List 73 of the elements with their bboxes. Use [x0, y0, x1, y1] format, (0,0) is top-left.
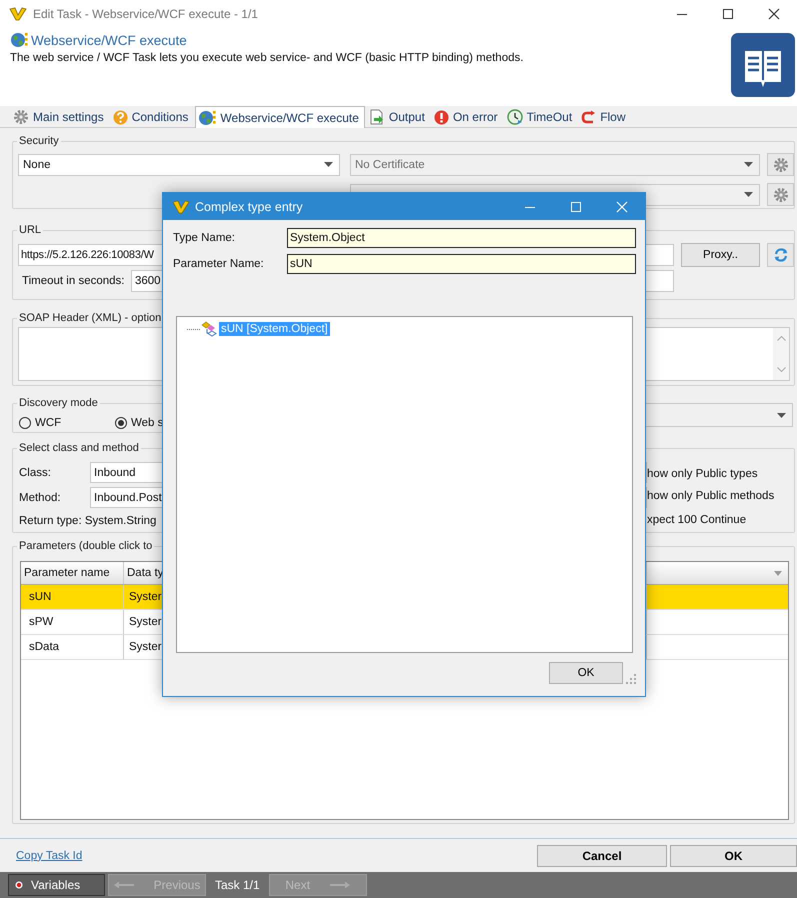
table-cell: sUN: [21, 585, 124, 609]
gear-icon: [772, 186, 788, 202]
dialog-title: Complex type entry: [195, 200, 304, 214]
logo-icon: [9, 7, 27, 21]
proxy-button[interactable]: Proxy..: [681, 243, 760, 267]
group-label: Parameters (double click to: [17, 539, 154, 553]
settings-button[interactable]: [767, 183, 794, 206]
settings-button[interactable]: [767, 153, 794, 176]
dropdown-arrow-icon: [744, 162, 753, 167]
globe-icon: [10, 31, 28, 49]
radio-button[interactable]: [19, 417, 31, 429]
tab[interactable]: On error: [432, 107, 503, 127]
tree-line: [187, 328, 200, 330]
field-label: Type Name:: [173, 232, 236, 244]
maximize-icon[interactable]: [722, 8, 734, 20]
table-cell: sData: [21, 635, 124, 659]
copy-task-id-link[interactable]: Copy Task Id: [16, 850, 82, 862]
clock-icon: [506, 109, 523, 125]
curved-arrow-icon: [581, 110, 596, 124]
group-label: Security: [17, 134, 61, 148]
radio-label: WCF: [35, 417, 62, 429]
task-counter: Task 1/1: [214, 878, 261, 892]
task-description: The web service / WCF Task lets you execute web service- and WCF (basic HTTP binding) methods.: [10, 52, 524, 64]
gears-icon: [13, 109, 29, 125]
radio-button[interactable]: [115, 417, 127, 429]
field-label: Timeout in seconds:: [21, 275, 126, 287]
variables-button[interactable]: Variables: [8, 874, 105, 896]
tab[interactable]: TimeOut: [504, 107, 578, 127]
cancel-button[interactable]: Cancel: [537, 844, 667, 866]
object-icon: [201, 321, 219, 337]
refresh-button[interactable]: [767, 243, 794, 267]
table-cell: sPW: [21, 610, 124, 634]
close-icon[interactable]: [768, 8, 780, 20]
dropdown[interactable]: No Certificate: [350, 154, 760, 176]
refresh-icon: [772, 247, 788, 263]
gear-icon: [772, 156, 788, 172]
return-type: Return type: System.String: [19, 515, 158, 527]
error-icon: [434, 110, 449, 124]
dropdown-arrow-icon: [744, 192, 753, 197]
logo-icon: [172, 200, 190, 214]
field-label: Class:: [19, 466, 52, 478]
tab[interactable]: Output: [366, 107, 430, 127]
resize-grip-icon: [626, 674, 636, 684]
ok-button[interactable]: OK: [670, 844, 797, 866]
sort-icon: [774, 570, 782, 576]
field-label: Method:: [19, 492, 62, 504]
tab[interactable]: Webservice/WCF execute: [195, 106, 365, 128]
left-arrow-icon: [114, 881, 134, 889]
window-title: Edit Task - Webservice/WCF execute - 1/1: [33, 7, 259, 21]
globe-icon: [198, 108, 216, 126]
document-arrow-icon: [368, 109, 385, 125]
record-icon: [15, 881, 23, 889]
task-title: Webservice/WCF execute: [31, 32, 187, 48]
input-field[interactable]: sUN: [287, 254, 636, 274]
right-arrow-icon: [330, 881, 350, 889]
tab[interactable]: Flow: [579, 107, 631, 127]
dropdown[interactable]: None: [18, 154, 340, 176]
field-label: Parameter Name:: [173, 258, 265, 270]
checkbox-label: xpect 100 Continue: [647, 514, 748, 528]
scroll-down-icon: [776, 367, 786, 372]
input-field[interactable]: System.Object: [287, 228, 636, 248]
help-icon: [112, 110, 128, 124]
dropdown-arrow-icon: [324, 162, 333, 167]
tab[interactable]: Main settings: [11, 107, 109, 127]
tab[interactable]: Conditions: [110, 107, 194, 127]
group-label: SOAP Header (XML) - option: [17, 311, 164, 325]
column-header[interactable]: Parameter name: [21, 562, 124, 584]
dropdown-arrow-icon: [777, 412, 786, 418]
scroll-up-icon: [776, 336, 786, 341]
ok-button[interactable]: OK: [549, 662, 623, 684]
group-label: Discovery mode: [17, 396, 100, 410]
checkbox-label: how only Public types: [647, 468, 759, 482]
checkbox-label: how only Public methods: [647, 490, 776, 504]
